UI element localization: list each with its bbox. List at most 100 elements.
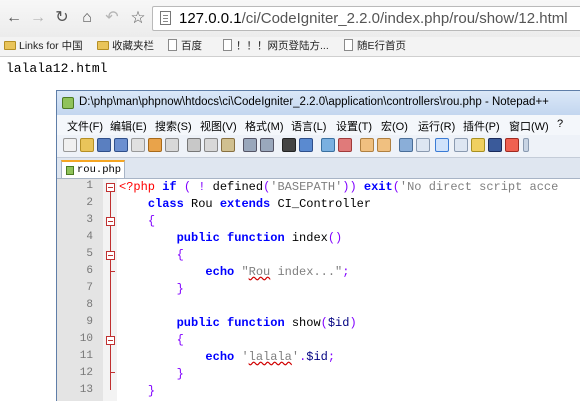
line-number: 9 bbox=[86, 316, 93, 328]
code-line: 6 echo "Rou index..."; bbox=[57, 264, 580, 281]
code-line: 1 <?php if ( ! defined('BASEPATH')) exit… bbox=[57, 179, 580, 196]
toolbar-overflow-icon[interactable] bbox=[523, 138, 529, 152]
line-number: 6 bbox=[86, 265, 93, 277]
function-list-icon[interactable] bbox=[488, 138, 502, 152]
menu-macro[interactable]: 宏(O) bbox=[381, 118, 408, 134]
page-body-text: lalala12.html bbox=[6, 61, 108, 76]
page-icon bbox=[223, 39, 232, 51]
menu-format[interactable]: 格式(M) bbox=[245, 118, 284, 134]
language-icon[interactable] bbox=[454, 138, 468, 152]
save-all-icon[interactable] bbox=[114, 138, 128, 152]
sync-vertical-icon[interactable] bbox=[360, 138, 374, 152]
tab-label: rou.php bbox=[77, 164, 122, 176]
close-file-icon[interactable] bbox=[131, 138, 145, 152]
folder-icon bbox=[97, 41, 109, 50]
menu-plugins[interactable]: 插件(P) bbox=[463, 118, 500, 134]
zoom-in-icon[interactable] bbox=[321, 138, 335, 152]
line-number: 7 bbox=[86, 282, 93, 294]
word-wrap-icon[interactable] bbox=[399, 138, 413, 152]
menu-window[interactable]: 窗口(W) bbox=[509, 118, 549, 134]
code-line: 5 { bbox=[57, 247, 580, 264]
line-number: 2 bbox=[86, 197, 93, 209]
code-editor[interactable]: 1 <?php if ( ! defined('BASEPATH')) exit… bbox=[57, 179, 580, 401]
page-icon bbox=[168, 39, 177, 51]
window-titlebar[interactable]: D:\php\man\phpnow\htdocs\ci\CodeIgniter_… bbox=[57, 91, 580, 115]
save-icon[interactable] bbox=[97, 138, 111, 152]
paste-icon[interactable] bbox=[221, 138, 235, 152]
line-number: 13 bbox=[79, 384, 93, 396]
bookmark-links-china[interactable]: Links for 中国 bbox=[4, 38, 83, 54]
menu-edit[interactable]: 编辑(E) bbox=[110, 118, 147, 134]
code-text: class Rou extends CI_Controller bbox=[147, 197, 372, 211]
page-icon bbox=[160, 11, 171, 25]
copy-icon[interactable] bbox=[204, 138, 218, 152]
address-bar[interactable]: 127.0.0.1/ci/CodeIgniter_2.2.0/index.php… bbox=[152, 6, 580, 31]
sync-horizontal-icon[interactable] bbox=[377, 138, 391, 152]
open-file-icon[interactable] bbox=[80, 138, 94, 152]
code-line: 2 class Rou extends CI_Controller bbox=[57, 196, 580, 213]
bookmark-baidu[interactable]: 百度 bbox=[168, 38, 202, 54]
code-line: 4 public function index() bbox=[57, 230, 580, 247]
code-line: 11 echo 'lalala'.$id; bbox=[57, 349, 580, 366]
code-text: echo 'lalala'.$id; bbox=[205, 350, 336, 364]
reload-icon[interactable]: ↻ bbox=[52, 8, 72, 28]
bookmark-login-method[interactable]: ！！！网页登陆方... bbox=[223, 38, 329, 54]
url-host: 127.0.0.1 bbox=[179, 10, 242, 27]
zoom-out-icon[interactable] bbox=[338, 138, 352, 152]
code-text: { bbox=[176, 248, 184, 262]
bookmark-favorites-bar[interactable]: 收藏夹栏 bbox=[97, 38, 154, 54]
bookmark-label: ！！！网页登陆方... bbox=[236, 40, 329, 52]
close-all-icon[interactable] bbox=[148, 138, 162, 152]
notepadpp-window: D:\php\man\phpnow\htdocs\ci\CodeIgniter_… bbox=[56, 90, 580, 401]
code-text: } bbox=[176, 282, 184, 296]
menu-file[interactable]: 文件(F) bbox=[67, 118, 103, 134]
bookmark-label: 百度 bbox=[181, 40, 202, 52]
bookmark-star-icon[interactable]: ☆ bbox=[128, 8, 148, 28]
menu-search[interactable]: 搜索(S) bbox=[155, 118, 192, 134]
url-path: /ci/CodeIgniter_2.2.0/index.php/rou/show… bbox=[241, 10, 568, 27]
menu-bar: 文件(F) 编辑(E) 搜索(S) 视图(V) 格式(M) 语言(L) 设置(T… bbox=[57, 115, 580, 135]
undo-close-icon[interactable]: ↶ bbox=[102, 8, 122, 28]
code-line: 13 } bbox=[57, 383, 580, 400]
back-icon[interactable]: ← bbox=[4, 8, 24, 28]
home-icon[interactable]: ⌂ bbox=[77, 8, 97, 28]
code-line: 3 { bbox=[57, 213, 580, 230]
tab-rou-php[interactable]: rou.php bbox=[61, 160, 125, 178]
code-text: <?php if ( ! defined('BASEPATH')) exit('… bbox=[119, 180, 559, 194]
code-text: } bbox=[147, 384, 156, 398]
forward-icon[interactable]: → bbox=[28, 8, 48, 28]
cut-icon[interactable] bbox=[187, 138, 201, 152]
code-text: echo "Rou index..."; bbox=[205, 265, 350, 279]
line-number: 10 bbox=[79, 333, 93, 345]
record-macro-icon[interactable] bbox=[505, 138, 519, 152]
window-title: D:\php\man\phpnow\htdocs\ci\CodeIgniter_… bbox=[79, 96, 549, 108]
browser-toolbar: ← → ↻ ⌂ ↶ ☆ 127.0.0.1/ci/CodeIgniter_2.2… bbox=[0, 0, 580, 37]
bookmark-suiexing[interactable]: 随E行首页 bbox=[344, 38, 406, 54]
bookmark-label: 随E行首页 bbox=[357, 40, 407, 52]
line-number: 4 bbox=[86, 231, 93, 243]
page-icon bbox=[344, 39, 353, 51]
show-all-chars-icon[interactable] bbox=[416, 138, 430, 152]
line-number: 1 bbox=[86, 180, 93, 192]
url-text[interactable]: 127.0.0.1/ci/CodeIgniter_2.2.0/index.php… bbox=[179, 10, 568, 27]
print-icon[interactable] bbox=[165, 138, 179, 152]
code-text: { bbox=[176, 333, 184, 347]
menu-settings[interactable]: 设置(T) bbox=[336, 118, 372, 134]
code-text: } bbox=[176, 367, 184, 381]
indent-guide-icon[interactable] bbox=[435, 138, 449, 152]
line-number: 12 bbox=[79, 367, 93, 379]
replace-icon[interactable] bbox=[299, 138, 313, 152]
code-text: public function show($id) bbox=[176, 316, 357, 330]
menu-language[interactable]: 语言(L) bbox=[291, 118, 326, 134]
menu-view[interactable]: 视图(V) bbox=[200, 118, 237, 134]
menu-run[interactable]: 运行(R) bbox=[418, 118, 455, 134]
menu-help[interactable]: ? bbox=[557, 118, 563, 130]
file-saved-icon bbox=[66, 166, 74, 175]
line-number: 5 bbox=[86, 248, 93, 260]
new-file-icon[interactable] bbox=[63, 138, 77, 152]
undo-icon[interactable] bbox=[243, 138, 257, 152]
bookmark-label: Links for 中国 bbox=[19, 40, 83, 52]
doc-map-icon[interactable] bbox=[471, 138, 485, 152]
redo-icon[interactable] bbox=[260, 138, 274, 152]
find-icon[interactable] bbox=[282, 138, 296, 152]
